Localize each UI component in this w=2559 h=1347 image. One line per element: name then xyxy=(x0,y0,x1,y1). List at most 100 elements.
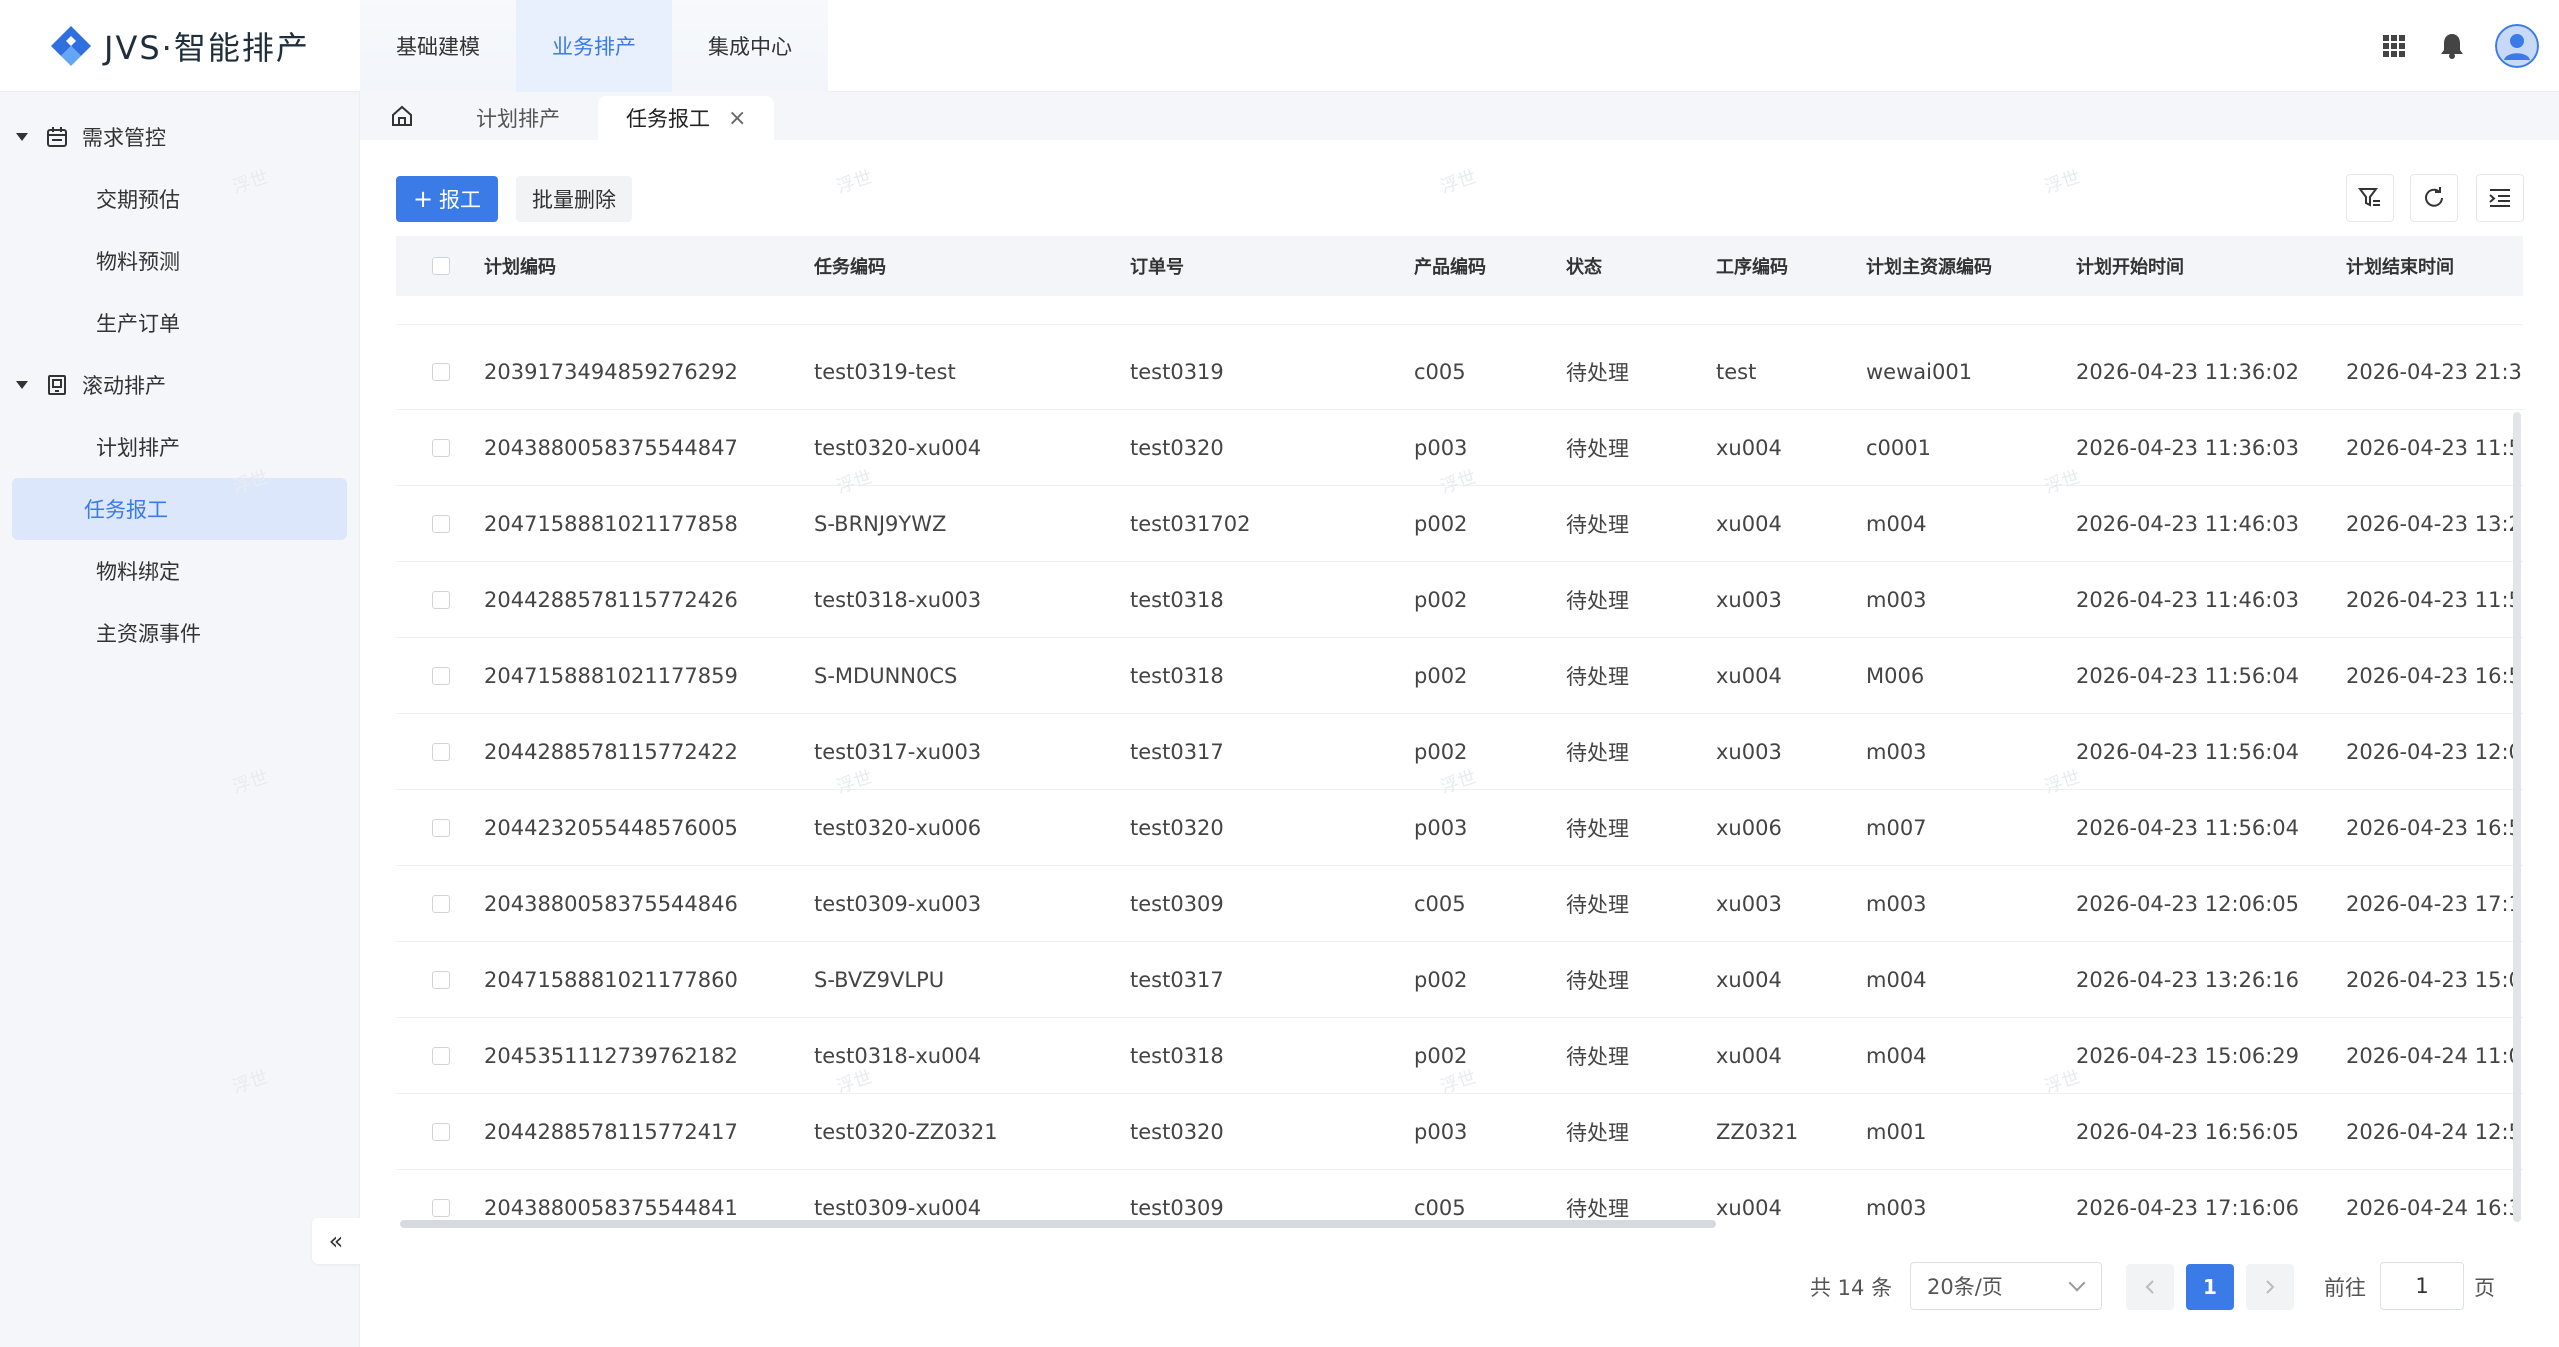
goto-page-input[interactable] xyxy=(2380,1262,2464,1310)
table-row[interactable]: 2044232055448576005 test0320-xu006 test032… xyxy=(396,790,2523,866)
cell-plan-code: 2039173494859276292 xyxy=(484,359,738,384)
col-process-code[interactable]: 工序编码 xyxy=(1716,253,1866,279)
sidebar-item-production-order[interactable]: 生产订单 xyxy=(12,292,347,354)
goto-suffix: 页 xyxy=(2474,1276,2495,1300)
page-number-current[interactable]: 1 xyxy=(2186,1264,2234,1310)
col-product-code[interactable]: 产品编码 xyxy=(1414,253,1566,279)
tab-label: 任务报工 xyxy=(626,107,710,131)
prev-page-button[interactable] xyxy=(2126,1264,2174,1310)
row-checkbox[interactable] xyxy=(432,666,450,685)
table-row[interactable]: 2044288578115772422 test0317-xu003 test031… xyxy=(396,714,2523,790)
col-order-no[interactable]: 订单号 xyxy=(1130,253,1414,279)
user-avatar[interactable] xyxy=(2495,24,2539,68)
vertical-scrollbar[interactable] xyxy=(2513,412,2521,1222)
cell-product-code: p002 xyxy=(1414,587,1468,612)
cell-order-no: test0318 xyxy=(1130,587,1224,612)
tab-task-report[interactable]: 任务报工 × xyxy=(598,96,775,140)
refresh-icon[interactable] xyxy=(2410,174,2458,222)
table-row[interactable]: 2047158881021177860 S-BVZ9VLPU test0317 p00… xyxy=(396,942,2523,1018)
column-settings-icon[interactable] xyxy=(2476,174,2524,222)
col-plan-end-time[interactable]: 计划结束时间 xyxy=(2346,253,2523,279)
table-row[interactable]: 2047158881021177858 S-BRNJ9YWZ test031702 p… xyxy=(396,486,2523,562)
next-page-button[interactable] xyxy=(2246,1264,2294,1310)
table-row[interactable]: 2044288578115772426 test0318-xu003 test031… xyxy=(396,562,2523,638)
report-button-label: 报工 xyxy=(439,188,482,212)
page-size-select[interactable]: 20条/页 xyxy=(1910,1262,2102,1310)
sidebar-group-rolling-scheduling[interactable]: 滚动排产 xyxy=(0,354,359,416)
sidebar-group-demand-control[interactable]: 需求管控 xyxy=(0,106,359,168)
table-row[interactable]: 2043880058375544847 test0320-xu004 test032… xyxy=(396,410,2523,486)
sidebar-collapse-button[interactable]: « xyxy=(312,1218,360,1264)
table-row[interactable]: 2045351112739762182 test0318-xu004 test031… xyxy=(396,1018,2523,1094)
cell-process-code: xu004 xyxy=(1716,967,1782,992)
home-icon[interactable] xyxy=(390,104,414,128)
cell-product-code: p003 xyxy=(1414,815,1468,840)
cell-order-no: test0309 xyxy=(1130,1195,1224,1220)
table-row[interactable]: 2044288578115772417 test0320-ZZ0321 test03… xyxy=(396,1094,2523,1170)
report-button[interactable]: + 报工 xyxy=(396,176,498,222)
sidebar-item-main-resource-event[interactable]: 主资源事件 xyxy=(12,602,347,664)
col-plan-start-time[interactable]: 计划开始时间 xyxy=(2076,253,2346,279)
col-status[interactable]: 状态 xyxy=(1566,253,1716,279)
sidebar: 需求管控 交期预估 物料预测 生产订单 滚动排产 计划排产 任务报工 物料绑定 … xyxy=(0,92,360,1347)
col-plan-code[interactable]: 计划编码 xyxy=(484,253,814,279)
close-icon[interactable]: × xyxy=(728,106,746,131)
app-grid-icon[interactable] xyxy=(2379,31,2409,61)
cell-plan-start-time: 2026-04-23 11:56:04 xyxy=(2076,663,2300,688)
cell-task-code: test0319-test xyxy=(814,359,956,384)
tab-plan-scheduling[interactable]: 计划排产 xyxy=(476,96,560,140)
col-main-resource-code[interactable]: 计划主资源编码 xyxy=(1866,253,2076,279)
cell-main-resource-code: c0001 xyxy=(1866,435,1931,460)
cell-process-code: xu004 xyxy=(1716,1043,1782,1068)
row-checkbox[interactable] xyxy=(432,514,450,533)
row-checkbox[interactable] xyxy=(432,438,450,457)
topnav-business-scheduling[interactable]: 业务排产 xyxy=(516,0,672,92)
select-all-checkbox[interactable] xyxy=(432,257,450,275)
table-row[interactable]: 2047158881021177859 S-MDUNN0CS test0318 p00… xyxy=(396,638,2523,714)
header-divider xyxy=(396,324,2523,325)
cell-main-resource-code: m001 xyxy=(1866,1119,1927,1144)
batch-delete-button[interactable]: 批量删除 xyxy=(516,176,632,222)
sidebar-item-task-report[interactable]: 任务报工 xyxy=(12,478,347,540)
cell-process-code: xu006 xyxy=(1716,815,1782,840)
cell-status: 待处理 xyxy=(1566,512,1629,537)
table-row[interactable]: 2043880058375544846 test0309-xu003 test030… xyxy=(396,866,2523,942)
brand-name: JVS·智能排产 xyxy=(104,29,310,67)
cell-plan-start-time: 2026-04-23 15:06:29 xyxy=(2076,1043,2300,1068)
cell-task-code: test0320-ZZ0321 xyxy=(814,1119,998,1144)
jvs-logo-icon xyxy=(48,23,94,69)
sidebar-item-delivery-estimate[interactable]: 交期预估 xyxy=(12,168,347,230)
row-checkbox[interactable] xyxy=(432,1046,450,1065)
row-checkbox[interactable] xyxy=(432,590,450,609)
row-checkbox[interactable] xyxy=(432,818,450,837)
topnav-integration-center[interactable]: 集成中心 xyxy=(672,0,828,92)
cell-order-no: test031702 xyxy=(1130,511,1251,536)
topnav-basic-modeling[interactable]: 基础建模 xyxy=(360,0,516,92)
cell-plan-end-time: 2026-04-23 16:56:04 xyxy=(2346,815,2523,840)
row-checkbox[interactable] xyxy=(432,894,450,913)
row-checkbox[interactable] xyxy=(432,970,450,989)
notification-bell-icon[interactable] xyxy=(2437,31,2467,61)
cell-plan-code: 2047158881021177858 xyxy=(484,511,738,536)
sidebar-item-plan-scheduling[interactable]: 计划排产 xyxy=(12,416,347,478)
row-checkbox[interactable] xyxy=(432,1198,450,1217)
row-checkbox[interactable] xyxy=(432,362,450,381)
row-checkbox[interactable] xyxy=(432,1122,450,1141)
filter-icon[interactable] xyxy=(2346,174,2394,222)
sidebar-item-material-forecast[interactable]: 物料预测 xyxy=(12,230,347,292)
col-task-code[interactable]: 任务编码 xyxy=(814,253,1130,279)
table-header: 计划编码 任务编码 订单号 产品编码 状态 工序编码 计划主资源编码 计划开始时… xyxy=(396,236,2523,296)
row-checkbox[interactable] xyxy=(432,742,450,761)
cell-product-code: c005 xyxy=(1414,1195,1466,1220)
sidebar-item-material-binding[interactable]: 物料绑定 xyxy=(12,540,347,602)
table-row[interactable]: 2039173494859276292 test0319-test test0319… xyxy=(396,334,2523,410)
cell-plan-end-time: 2026-04-23 17:16:05 xyxy=(2346,891,2523,916)
cell-product-code: p002 xyxy=(1414,663,1468,688)
row-select-cell xyxy=(396,438,484,457)
cell-plan-end-time: 2026-04-23 12:06:04 xyxy=(2346,739,2523,764)
chevron-down-icon xyxy=(2068,1274,2086,1292)
brand-logo[interactable]: JVS·智能排产 xyxy=(48,22,310,70)
cell-product-code: p003 xyxy=(1414,1119,1468,1144)
horizontal-scrollbar[interactable] xyxy=(400,1220,1716,1228)
cell-order-no: test0317 xyxy=(1130,739,1224,764)
